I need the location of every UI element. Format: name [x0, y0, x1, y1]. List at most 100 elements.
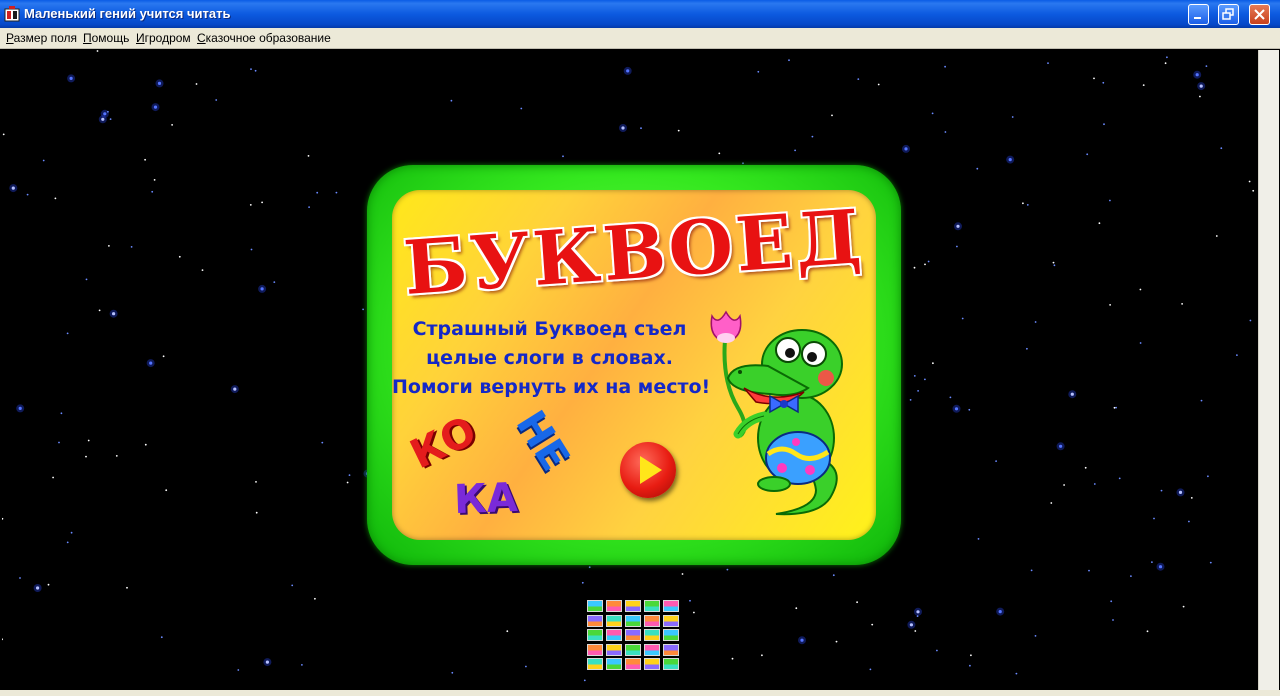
star-glow	[902, 144, 910, 153]
level-thumbnail[interactable]	[625, 600, 641, 612]
star	[1248, 180, 1251, 183]
star-glow	[1197, 82, 1206, 91]
star	[314, 597, 316, 600]
level-thumbnail[interactable]	[644, 629, 660, 641]
vertical-scrollbar[interactable]	[1258, 50, 1279, 690]
star	[1151, 561, 1153, 563]
star	[308, 206, 310, 209]
game-start-card: БУКВОЕД Страшный Буквоед съел целые слог…	[392, 190, 876, 540]
level-thumbnail[interactable]	[606, 614, 622, 627]
star	[58, 441, 60, 444]
star	[1084, 466, 1087, 469]
star	[153, 179, 156, 181]
star	[47, 583, 50, 586]
star-glow	[996, 607, 1005, 616]
star	[54, 197, 57, 200]
star-glow	[1176, 488, 1185, 497]
level-thumbnail[interactable]	[663, 629, 679, 641]
star	[856, 601, 858, 604]
level-thumbnail[interactable]	[606, 629, 622, 641]
star-glow	[1068, 390, 1077, 399]
star	[757, 70, 760, 73]
star	[927, 260, 930, 263]
level-thumbnail[interactable]	[587, 643, 603, 656]
star	[66, 332, 69, 335]
star	[85, 278, 88, 281]
level-thumbnail[interactable]	[663, 600, 679, 612]
level-thumbnail[interactable]	[606, 643, 622, 656]
level-thumbnail[interactable]	[644, 643, 660, 656]
level-thumbnail[interactable]	[587, 658, 603, 670]
description-line-2: целые слоги в словах.	[426, 347, 673, 369]
close-icon	[1254, 9, 1265, 20]
description-line-3: Помоги вернуть их на место!	[392, 376, 711, 398]
close-button[interactable]	[1249, 4, 1270, 25]
menu-item-field-size[interactable]: Размер поля	[6, 31, 77, 45]
star	[96, 50, 99, 52]
level-thumbnail[interactable]	[587, 600, 603, 612]
star	[726, 568, 729, 571]
level-thumbnail[interactable]	[663, 643, 679, 656]
menu-item-help[interactable]: Помощь	[83, 31, 129, 45]
level-thumbnail[interactable]	[663, 614, 679, 627]
star	[731, 657, 734, 660]
star	[1139, 288, 1142, 291]
star	[261, 201, 263, 204]
star	[871, 623, 874, 626]
star	[1236, 354, 1238, 356]
menu-item-playground[interactable]: Игродром	[136, 31, 191, 45]
star	[178, 255, 181, 258]
level-thumbnail[interactable]	[625, 629, 641, 641]
star	[718, 152, 721, 155]
star-glow	[1056, 442, 1065, 451]
star	[995, 460, 997, 462]
star	[1181, 303, 1183, 305]
minimize-button[interactable]	[1188, 4, 1209, 25]
play-button[interactable]	[620, 442, 676, 498]
game-area: БУКВОЕД Страшный Буквоед съел целые слог…	[2, 50, 1258, 690]
minimize-icon	[1194, 17, 1201, 19]
star	[1160, 489, 1163, 492]
star	[924, 263, 926, 266]
level-thumbnail[interactable]	[606, 658, 622, 670]
star	[1026, 204, 1029, 206]
level-thumbnail[interactable]	[644, 614, 660, 627]
star	[581, 581, 584, 584]
menu-item-fairy-education[interactable]: Сказочное образование	[197, 31, 331, 45]
level-thumbnail[interactable]	[625, 614, 641, 627]
star	[1098, 222, 1101, 225]
level-thumbnail[interactable]	[644, 658, 660, 670]
level-thumbnail[interactable]	[606, 600, 622, 612]
star	[321, 441, 324, 444]
level-thumbnail[interactable]	[663, 658, 679, 670]
star-glow	[1156, 562, 1165, 571]
star	[1188, 520, 1190, 523]
star	[1146, 630, 1149, 633]
star	[916, 615, 919, 617]
star	[968, 408, 971, 411]
level-thumbnail[interactable]	[625, 658, 641, 670]
star	[307, 155, 310, 157]
star	[1047, 62, 1049, 64]
star	[362, 308, 364, 311]
level-thumbnail[interactable]	[587, 614, 603, 627]
star	[1109, 304, 1111, 306]
level-thumbnail[interactable]	[644, 600, 660, 612]
level-thumbnail[interactable]	[625, 643, 641, 656]
star	[2, 133, 5, 136]
level-thumbnail[interactable]	[587, 629, 603, 641]
star	[165, 489, 168, 492]
syllable-ne: НЕ	[506, 403, 579, 479]
star	[1030, 569, 1033, 572]
star	[301, 664, 303, 666]
star	[583, 679, 586, 682]
title-bar[interactable]: Маленький гений учится читать	[0, 0, 1280, 28]
star	[1115, 406, 1117, 409]
star-glow	[230, 385, 239, 394]
star-glow	[109, 309, 118, 318]
star	[66, 541, 69, 544]
star-glow	[67, 74, 76, 83]
star	[832, 574, 835, 577]
restore-button[interactable]	[1218, 4, 1239, 25]
star	[273, 281, 276, 283]
